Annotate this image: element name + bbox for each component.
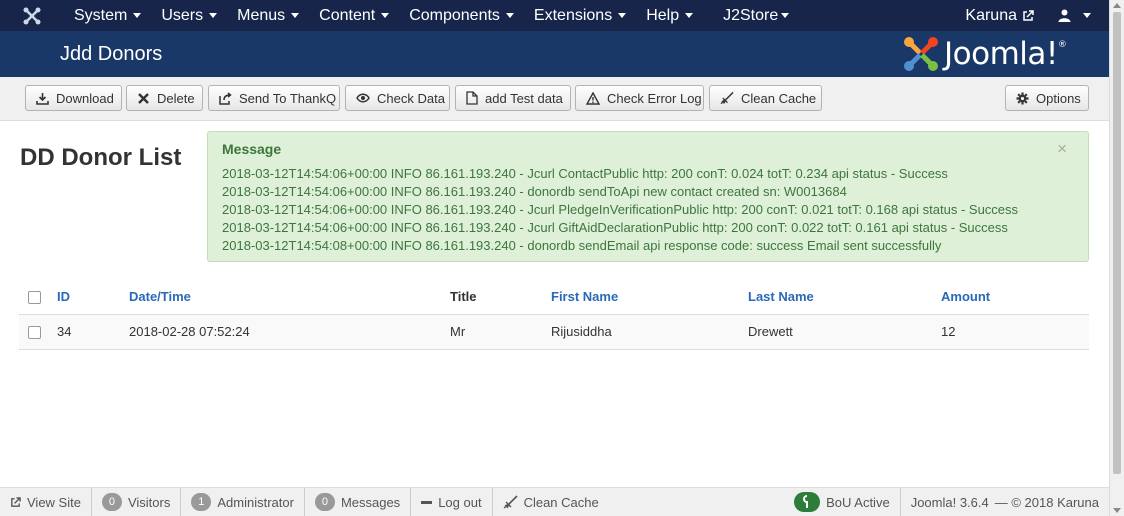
message-line: 2018-03-12T14:54:06+00:00 INFO 86.161.19… <box>222 166 948 181</box>
site-link[interactable]: Karuna <box>955 0 1044 31</box>
delete-x-icon <box>137 91 150 105</box>
nav-menus[interactable]: Menus <box>227 0 309 31</box>
cell-title: Mr <box>450 314 551 350</box>
joomla-logo-icon <box>904 37 938 71</box>
visitors-badge: 0 <box>101 493 122 511</box>
share-icon <box>219 91 232 105</box>
minus-icon <box>421 497 433 508</box>
scrollbar-thumb[interactable] <box>1113 12 1121 474</box>
system-message: Message × 2018-03-12T14:54:06+00:00 INFO… <box>207 131 1089 262</box>
caret-down-icon <box>505 13 514 18</box>
message-line: 2018-03-12T14:54:08+00:00 INFO 86.161.19… <box>222 238 942 253</box>
add-test-data-button[interactable]: add Test data <box>455 85 571 111</box>
delete-button[interactable]: Delete <box>126 85 203 111</box>
top-nav: System Users Menus Content Components Ex… <box>0 0 1109 31</box>
caret-down-icon <box>209 13 218 18</box>
view-site-link[interactable]: View Site <box>0 487 92 516</box>
nav-users[interactable]: Users <box>151 0 227 31</box>
clean-cache-button[interactable]: Clean Cache <box>709 85 822 111</box>
download-icon <box>36 91 49 105</box>
vertical-scrollbar[interactable] <box>1109 0 1124 516</box>
joomla-wordmark: Joomla! <box>944 36 1058 72</box>
external-link-icon <box>1023 9 1034 21</box>
download-button[interactable]: Download <box>25 85 122 111</box>
sort-amount[interactable]: Amount <box>941 280 1089 315</box>
caret-down-icon <box>685 13 694 18</box>
new-file-icon <box>466 91 478 105</box>
nav-help[interactable]: Help <box>636 0 703 31</box>
warning-icon <box>586 91 600 105</box>
visitors-status: 0 Visitors <box>92 487 182 516</box>
message-title: Message <box>222 141 282 157</box>
options-button[interactable]: Options <box>1005 85 1089 111</box>
caret-down-icon <box>1083 13 1091 18</box>
component-title: Jdd Donors <box>60 43 163 65</box>
nav-extensions[interactable]: Extensions <box>524 0 636 31</box>
nav-components[interactable]: Components <box>399 0 524 31</box>
joomla-menu-icon[interactable] <box>0 0 64 31</box>
scroll-down-icon[interactable] <box>1113 508 1121 513</box>
donor-table: ID Date/Time Title First Name Last Name … <box>19 280 1089 350</box>
messages-link[interactable]: 0 Messages <box>305 487 412 516</box>
nav-system[interactable]: System <box>64 0 151 31</box>
message-line: 2018-03-12T14:54:06+00:00 INFO 86.161.19… <box>222 184 847 199</box>
send-to-thankq-button[interactable]: Send To ThankQ <box>208 85 340 111</box>
page-header: Jdd Donors Joomla! ® <box>0 31 1109 77</box>
sort-last-name[interactable]: Last Name <box>748 280 941 315</box>
nav-j2store[interactable]: J2Store <box>703 0 799 31</box>
administrator-status: 1 Administrator <box>181 487 305 516</box>
user-icon <box>1058 9 1071 22</box>
cell-amount: 12 <box>941 314 1089 350</box>
row-checkbox[interactable] <box>28 326 41 340</box>
version-info: Joomla! 3.6.4 — © 2018 Karuna <box>910 494 1099 510</box>
admin-badge: 1 <box>191 493 212 511</box>
sort-first-name[interactable]: First Name <box>551 280 748 315</box>
caret-down-icon <box>781 13 790 18</box>
nav-content[interactable]: Content <box>309 0 399 31</box>
eye-icon <box>356 91 370 105</box>
logout-link[interactable]: Log out <box>411 487 493 516</box>
external-link-icon <box>10 496 21 508</box>
gear-icon <box>1016 91 1029 105</box>
select-all-checkbox[interactable] <box>28 291 41 305</box>
column-title: Title <box>450 280 551 315</box>
message-line: 2018-03-12T14:54:06+00:00 INFO 86.161.19… <box>222 202 1019 217</box>
footer-clean-cache-link[interactable]: Clean Cache <box>493 488 609 516</box>
status-bar: View Site 0 Visitors 1 Administrator 0 M… <box>0 487 1109 516</box>
scroll-up-icon[interactable] <box>1113 3 1121 8</box>
sort-date-time[interactable]: Date/Time <box>129 280 450 315</box>
close-icon[interactable]: × <box>1057 139 1067 159</box>
message-line: 2018-03-12T14:54:06+00:00 INFO 86.161.19… <box>222 220 1008 235</box>
user-menu[interactable] <box>1044 0 1109 31</box>
joomla-logo: Joomla! ® <box>902 35 1067 73</box>
table-row[interactable]: 34 2018-02-28 07:52:24 Mr Rijusiddha Dre… <box>19 314 1089 350</box>
check-error-log-button[interactable]: Check Error Log <box>575 85 704 111</box>
bou-icon <box>794 492 821 512</box>
cell-last-name: Drewett <box>748 314 941 350</box>
table-header-row: ID Date/Time Title First Name Last Name … <box>19 280 1089 315</box>
caret-down-icon <box>381 13 390 18</box>
toolbar: Download Delete Send To ThankQ Check Dat… <box>0 77 1109 121</box>
caret-down-icon <box>133 13 142 18</box>
caret-down-icon <box>291 13 300 18</box>
cell-id: 34 <box>57 314 129 350</box>
bou-status[interactable]: BoU Active <box>784 487 901 516</box>
check-data-button[interactable]: Check Data <box>345 85 450 111</box>
page-title: DD Donor List <box>20 144 182 171</box>
sort-id[interactable]: ID <box>57 280 129 315</box>
broom-icon <box>503 495 518 509</box>
messages-badge: 0 <box>314 493 335 511</box>
cell-first-name: Rijusiddha <box>551 314 748 350</box>
cell-date-time: 2018-02-28 07:52:24 <box>129 314 450 350</box>
broom-icon <box>720 91 734 105</box>
caret-down-icon <box>618 13 627 18</box>
